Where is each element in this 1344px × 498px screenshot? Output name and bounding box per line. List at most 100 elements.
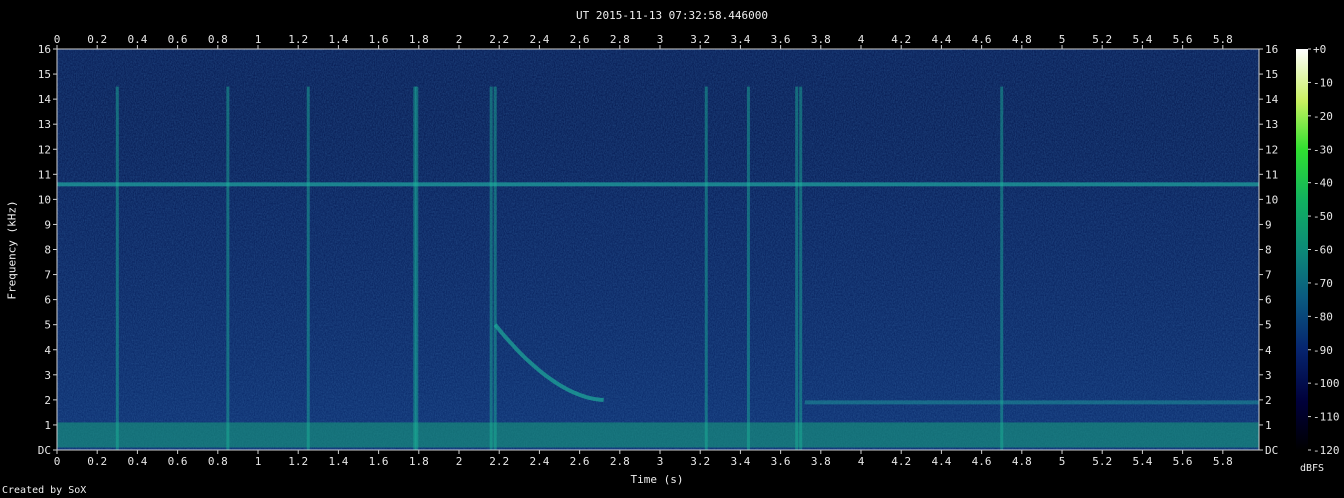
y-tick-label-left-16: 16 xyxy=(38,43,51,56)
x-tick-label-top-23: 4.6 xyxy=(972,33,992,46)
y-tick-label-right-16: 16 xyxy=(1265,43,1278,56)
y-tick-label-left-8: 8 xyxy=(44,244,51,257)
spectrogram-figure: UT 2015-11-13 07:32:58.446000 0 0 0.2 0.… xyxy=(0,0,1344,498)
x-tick-label-bottom-0: 0 xyxy=(54,455,61,468)
y-tick-label-left-14: 14 xyxy=(38,93,52,106)
impulse-line-6 xyxy=(493,86,497,450)
colorbar-tick-label-2: -20 xyxy=(1313,110,1333,123)
y-tick-label-right-6: 6 xyxy=(1265,294,1272,307)
y-tick-label-left-4: 4 xyxy=(44,344,51,357)
y-tick-label-right-3: 3 xyxy=(1265,369,1272,382)
y-tick-label-right-4: 4 xyxy=(1265,344,1272,357)
y-tick-label-right-15: 15 xyxy=(1265,68,1278,81)
colorbar-tick-label-3: -30 xyxy=(1313,143,1333,156)
x-tick-label-bottom-5: 1 xyxy=(255,455,262,468)
x-tick-label-top-17: 3.4 xyxy=(730,33,750,46)
colorbar-tick-label-8: -80 xyxy=(1313,310,1333,323)
y-tick-label-right-0: DC xyxy=(1265,444,1278,457)
x-tick-label-top-19: 3.8 xyxy=(811,33,831,46)
x-tick-label-bottom-7: 1.4 xyxy=(328,455,348,468)
plot-noise-texture xyxy=(57,49,1259,450)
x-tick-label-bottom-15: 3 xyxy=(657,455,664,468)
y-tick-label-left-6: 6 xyxy=(44,294,51,307)
y-tick-label-left-11: 11 xyxy=(38,168,51,181)
x-tick-label-bottom-12: 2.4 xyxy=(529,455,549,468)
y-tick-label-left-1: 1 xyxy=(44,419,51,432)
x-tick-label-top-6: 1.2 xyxy=(288,33,308,46)
x-tick-label-bottom-23: 4.6 xyxy=(972,455,992,468)
x-tick-label-top-5: 1 xyxy=(255,33,262,46)
impulse-line-11 xyxy=(1000,86,1004,450)
x-tick-label-bottom-13: 2.6 xyxy=(570,455,590,468)
x-tick-label-bottom-1: 0.2 xyxy=(87,455,107,468)
y-tick-label-right-9: 9 xyxy=(1265,218,1272,231)
x-tick-label-top-1: 0.2 xyxy=(87,33,107,46)
x-tick-label-top-22: 4.4 xyxy=(931,33,951,46)
x-tick-label-top-3: 0.6 xyxy=(168,33,188,46)
impulse-line-7 xyxy=(704,86,708,450)
x-tick-label-top-15: 3 xyxy=(657,33,664,46)
tone-line-0 xyxy=(57,182,1259,187)
y-tick-label-left-0: DC xyxy=(38,444,51,457)
x-tick-label-bottom-22: 4.4 xyxy=(931,455,951,468)
x-tick-label-bottom-8: 1.6 xyxy=(369,455,389,468)
x-tick-label-top-8: 1.6 xyxy=(369,33,389,46)
x-tick-label-bottom-6: 1.2 xyxy=(288,455,308,468)
y-tick-label-right-5: 5 xyxy=(1265,319,1272,332)
y-tick-label-left-7: 7 xyxy=(44,269,51,282)
x-tick-label-top-2: 0.4 xyxy=(127,33,147,46)
spectrogram-plot xyxy=(57,49,1259,450)
y-tick-label-left-12: 12 xyxy=(38,143,51,156)
x-tick-label-top-25: 5 xyxy=(1059,33,1066,46)
colorbar-tick-label-12: -120 xyxy=(1313,444,1340,457)
x-axis-label: Time (s) xyxy=(630,473,684,486)
impulse-line-2 xyxy=(306,86,310,450)
x-tick-label-top-16: 3.2 xyxy=(690,33,710,46)
x-tick-label-bottom-29: 5.8 xyxy=(1213,455,1233,468)
low-frequency-band xyxy=(57,422,1259,448)
y-tick-label-right-14: 14 xyxy=(1265,93,1279,106)
colorbar-tick-label-11: -110 xyxy=(1313,411,1340,424)
x-tick-label-top-11: 2.2 xyxy=(489,33,509,46)
y-tick-label-right-12: 12 xyxy=(1265,143,1278,156)
impulse-line-5 xyxy=(489,86,493,450)
x-tick-label-bottom-9: 1.8 xyxy=(409,455,429,468)
tone-line-3 xyxy=(804,400,1259,405)
x-tick-label-top-20: 4 xyxy=(858,33,865,46)
colorbar-tick-label-6: -60 xyxy=(1313,244,1333,257)
colorbar-tick-label-0: +0 xyxy=(1313,43,1326,56)
x-tick-label-bottom-27: 5.4 xyxy=(1132,455,1152,468)
y-tick-label-right-10: 10 xyxy=(1265,193,1278,206)
y-tick-label-left-15: 15 xyxy=(38,68,51,81)
y-axis-label: Frequency (kHz) xyxy=(5,200,19,300)
x-tick-label-bottom-10: 2 xyxy=(456,455,463,468)
x-tick-label-top-14: 2.8 xyxy=(610,33,630,46)
x-tick-label-top-24: 4.8 xyxy=(1012,33,1032,46)
x-tick-label-bottom-16: 3.2 xyxy=(690,455,710,468)
x-tick-label-bottom-18: 3.6 xyxy=(771,455,791,468)
x-tick-label-top-13: 2.6 xyxy=(570,33,590,46)
credit-text: Created by SoX xyxy=(2,485,87,496)
colorbar-gradient xyxy=(1296,49,1308,450)
x-tick-label-bottom-17: 3.4 xyxy=(730,455,750,468)
y-tick-label-left-2: 2 xyxy=(44,394,51,407)
x-tick-label-bottom-3: 0.6 xyxy=(168,455,188,468)
y-tick-label-left-13: 13 xyxy=(38,118,51,131)
x-tick-label-top-29: 5.8 xyxy=(1213,33,1233,46)
colorbar-tick-label-1: -10 xyxy=(1313,76,1333,89)
y-tick-label-right-11: 11 xyxy=(1265,168,1278,181)
x-tick-label-bottom-26: 5.2 xyxy=(1092,455,1112,468)
x-tick-label-top-0: 0 xyxy=(54,33,61,46)
impulse-line-1 xyxy=(226,86,230,450)
y-tick-label-right-13: 13 xyxy=(1265,118,1278,131)
x-tick-label-bottom-24: 4.8 xyxy=(1012,455,1032,468)
x-tick-label-top-28: 5.6 xyxy=(1173,33,1193,46)
colorbar: +0 -10 -20 -30 -40 -50 -60 -70 -80 -90 -100 -110 -12… xyxy=(1296,43,1340,457)
x-tick-label-bottom-25: 5 xyxy=(1059,455,1066,468)
impulse-line-9 xyxy=(795,86,799,450)
impulse-line-10 xyxy=(799,86,803,450)
impulse-line-4 xyxy=(415,86,419,450)
colorbar-tick-label-9: -90 xyxy=(1313,344,1333,357)
x-tick-label-top-26: 5.2 xyxy=(1092,33,1112,46)
x-tick-label-bottom-4: 0.8 xyxy=(208,455,228,468)
